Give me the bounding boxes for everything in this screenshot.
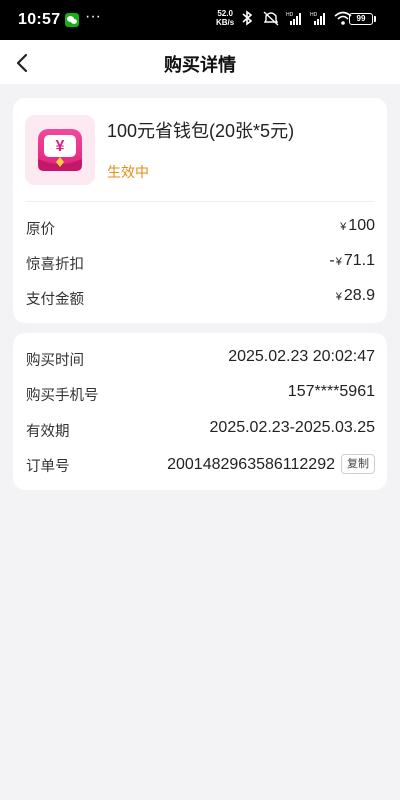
signal-hd-icon: HD [310,12,325,25]
row-label: 支付金额 [26,292,84,308]
page-title: 购买详情 [164,55,236,75]
product-image: ¥ [25,115,95,185]
row-value: ¥28.9 [336,287,375,305]
status-time: 10:57 [18,11,61,28]
row-value: ¥100 [340,217,375,235]
signal-hd-icon: HD [286,12,301,25]
order-row-phone: 购买手机号 157****5961 [26,381,375,405]
product-title: 100元省钱包(20张*5元) [107,121,295,141]
row-value: 2025.02.23 20:02:47 [228,348,375,365]
network-speed-value: 52.0 [217,9,233,18]
minus-sign: - [329,252,335,269]
price-row-paid: 支付金额 ¥28.9 [26,285,375,309]
network-speed-unit: KB/s [216,18,235,27]
row-label: 订单号 [26,459,70,475]
status-icons: HD HD [238,10,352,26]
wechat-icon [65,13,79,27]
price-amount: 28.9 [343,287,375,304]
row-value: 2001482963586112292 复制 [167,454,375,474]
row-label: 购买时间 [26,353,84,369]
order-row-validity: 有效期 2025.02.23-2025.03.25 [26,417,375,441]
order-row-purchase-time: 购买时间 2025.02.23 20:02:47 [26,346,375,370]
price-row-original: 原价 ¥100 [26,215,375,239]
product-card: ¥ 100元省钱包(20张*5元) 生效中 原价 ¥100 惊喜折扣 -¥ 71.… [13,98,387,323]
order-info-card: 购买时间 2025.02.23 20:02:47 购买手机号 157****59… [13,333,387,490]
more-notifications-icon: ··· [85,8,101,25]
order-number: 2001482963586112292 [167,456,335,473]
wallet-yen-icon: ¥ [38,129,82,171]
price-amount: 100 [348,217,375,234]
copy-button[interactable]: 复制 [341,454,375,474]
price-amount: 71.1 [343,252,375,269]
order-row-order-number: 订单号 2001482963586112292 复制 [26,452,375,476]
nav-bar: 购买详情 [0,40,400,84]
svg-text:¥: ¥ [56,138,65,155]
row-label: 原价 [26,222,55,238]
row-value: 157****5961 [287,383,375,400]
divider [25,201,375,202]
mute-icon [263,11,279,26]
network-speed: 52.0 KB/s [216,9,234,27]
row-value: -¥ 71.1 [329,252,375,270]
currency-symbol: ¥ [335,291,342,303]
row-label: 惊喜折扣 [26,257,84,273]
row-value: 2025.02.23-2025.03.25 [209,419,375,436]
currency-symbol: ¥ [340,221,347,233]
row-label: 购买手机号 [26,388,99,404]
battery-icon: 99 [349,13,373,25]
svg-text:HD: HD [310,12,318,18]
svg-text:HD: HD [286,12,294,18]
status-badge: 生效中 [107,164,149,180]
battery-tip [374,16,376,22]
status-bar: 10:57 ··· 52.0 KB/s HD HD 99 [0,0,400,40]
price-row-discount: 惊喜折扣 -¥ 71.1 [26,250,375,274]
row-label: 有效期 [26,424,70,440]
currency-symbol: ¥ [335,256,342,268]
bluetooth-icon [242,10,253,26]
